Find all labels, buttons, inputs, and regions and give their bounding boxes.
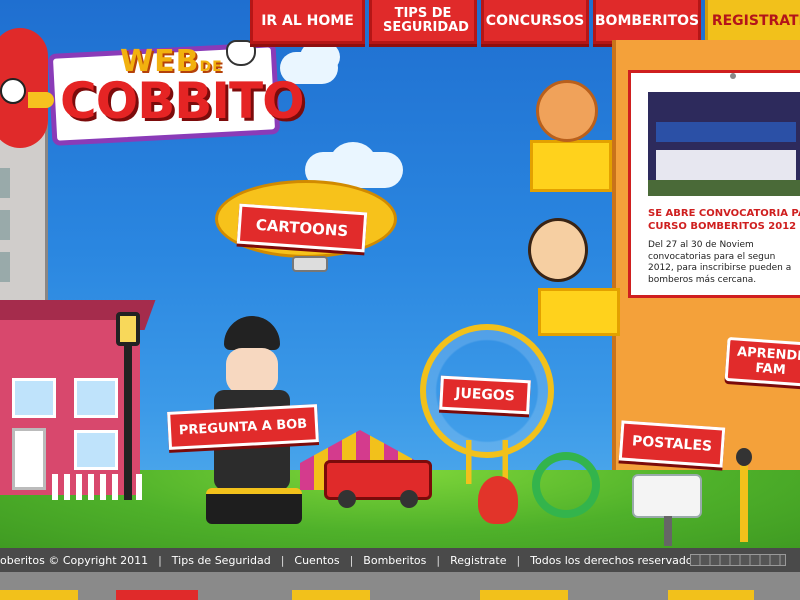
fire-creature [478,476,518,524]
house-window [74,378,118,418]
truck-wheel [400,490,418,508]
postales-sign[interactable]: POSTALES [618,420,726,468]
ferris-base [452,440,522,484]
nav-concursos[interactable]: CONCURSOS [481,0,589,44]
news-photo [648,92,800,196]
bob-boots [206,488,302,524]
nav-bomberitos[interactable]: BOMBERITOS [593,0,701,44]
balcony [530,140,612,192]
nav-home[interactable]: IR AL HOME [250,0,365,44]
match-icon [740,456,748,542]
footer-slider [690,554,786,566]
footer-rights: Todos los derechos reservados [530,553,699,567]
building-window [0,252,10,282]
pregunta-bob-sign[interactable]: PREGUNTA A BOB [167,404,319,450]
bottom-tab[interactable] [116,590,198,600]
blimp-gondola [292,256,328,272]
cloud [300,40,340,74]
bob-face [226,348,278,394]
bottom-tab[interactable] [668,590,754,600]
boy-character [528,218,588,282]
girl-character [536,80,598,142]
balcony [538,288,620,336]
mailbox[interactable] [632,474,702,518]
logo-title: COBBITO [60,72,305,130]
news-title[interactable]: SE ABRE CONVOCATORIA PA CURSO BOMBERITOS… [648,207,800,233]
house-window [12,378,56,418]
mascot-beak [28,92,54,108]
pin-icon [730,73,736,79]
snake-character [532,452,600,518]
page: WEBDE COBBITO IR AL HOME TIPS DE SEGURID… [0,0,800,600]
lamp-head [116,312,140,346]
building-window [0,210,10,240]
house-door [12,428,46,490]
main-nav: IR AL HOME TIPS DE SEGURIDAD CONCURSOS B… [250,0,800,44]
bottom-tab[interactable] [480,590,568,600]
nav-tips[interactable]: TIPS DE SEGURIDAD [369,0,477,44]
building-window [0,168,10,198]
fence [52,474,148,500]
mascot-eye [0,78,26,104]
footer-link-cuentos[interactable]: Cuentos [294,554,339,567]
footer-copyright: oberitos © Copyright 2011 [0,553,149,567]
bottom-tab[interactable] [292,590,370,600]
mailbox-post [664,516,672,546]
street-lamp [124,340,132,500]
truck-wheel [338,490,356,508]
cloud [330,142,376,182]
house-window [74,430,118,470]
footer: oberitos © Copyright 2011 | Tips de Segur… [0,548,800,572]
juegos-sign[interactable]: JUEGOS [439,375,531,415]
footer-link-registrate[interactable]: Registrate [450,554,506,567]
news-body: Del 27 al 30 de Noviem convocatorias par… [648,240,792,285]
bottom-tab[interactable] [0,590,78,600]
aprende-sign[interactable]: APRENDE FAM [724,336,800,388]
footer-link-bomberitos[interactable]: Bomberitos [363,554,426,567]
nav-registrate[interactable]: REGISTRATE [705,0,800,44]
footer-link-tips[interactable]: Tips de Seguridad [172,554,271,567]
match-head [736,448,752,466]
